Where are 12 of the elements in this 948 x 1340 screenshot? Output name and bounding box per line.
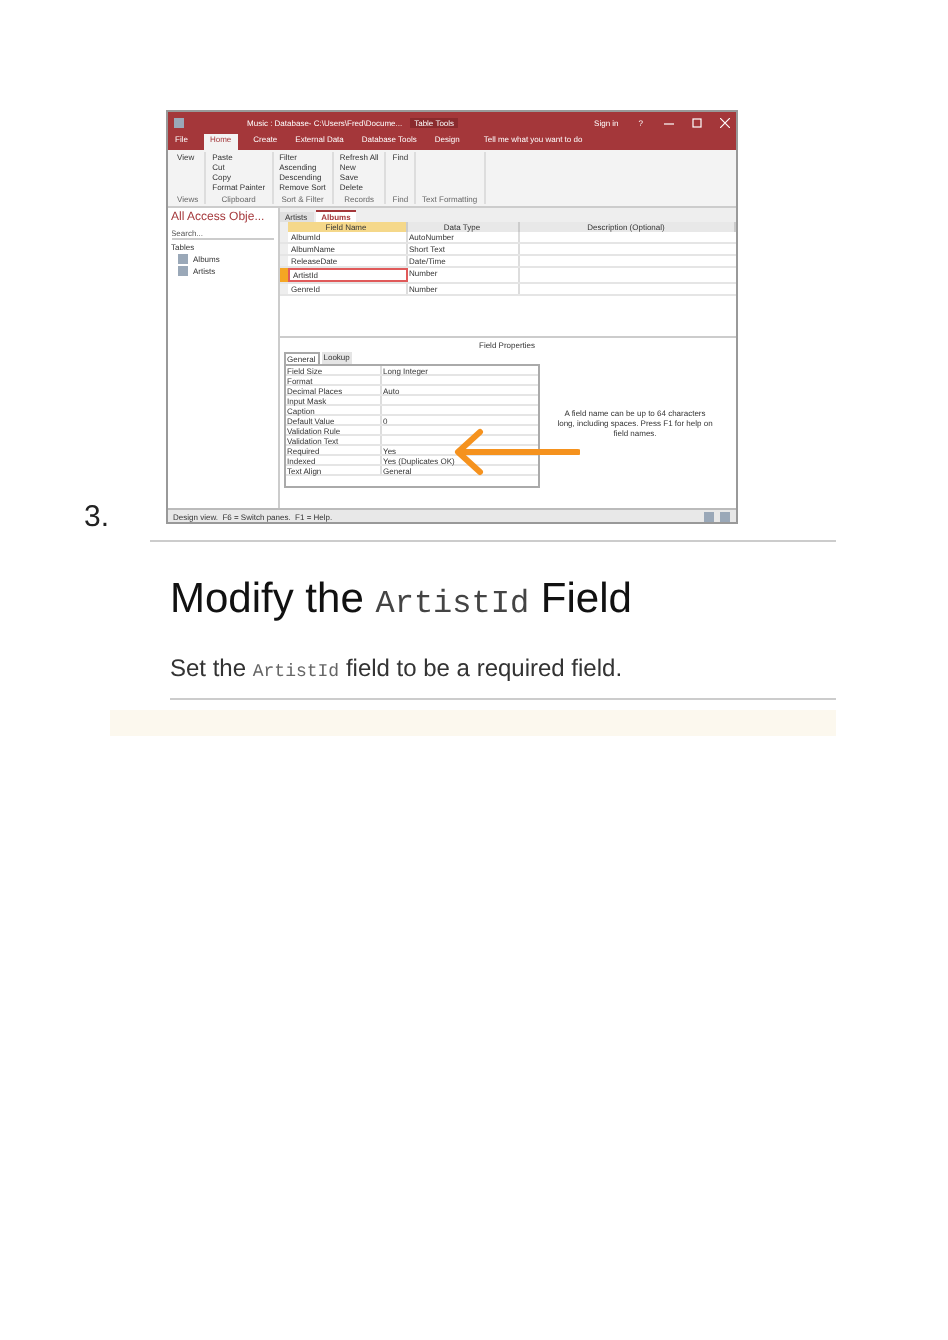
row-selector[interactable] [279, 244, 288, 254]
arrow-annotation [451, 428, 580, 476]
row-selector[interactable] [279, 256, 288, 266]
instruction-text: Set the ArtistId field to be a required field. [170, 652, 625, 686]
list-number: 3. [84, 502, 110, 532]
row-selector[interactable] [279, 284, 288, 294]
close-icon[interactable] [719, 117, 730, 127]
row-selector[interactable] [279, 268, 288, 282]
section-heading: Modify the ArtistId Field [170, 574, 634, 626]
maximize-icon[interactable] [691, 117, 702, 127]
minimize-icon[interactable] [663, 117, 674, 127]
row-selector[interactable] [279, 232, 288, 242]
